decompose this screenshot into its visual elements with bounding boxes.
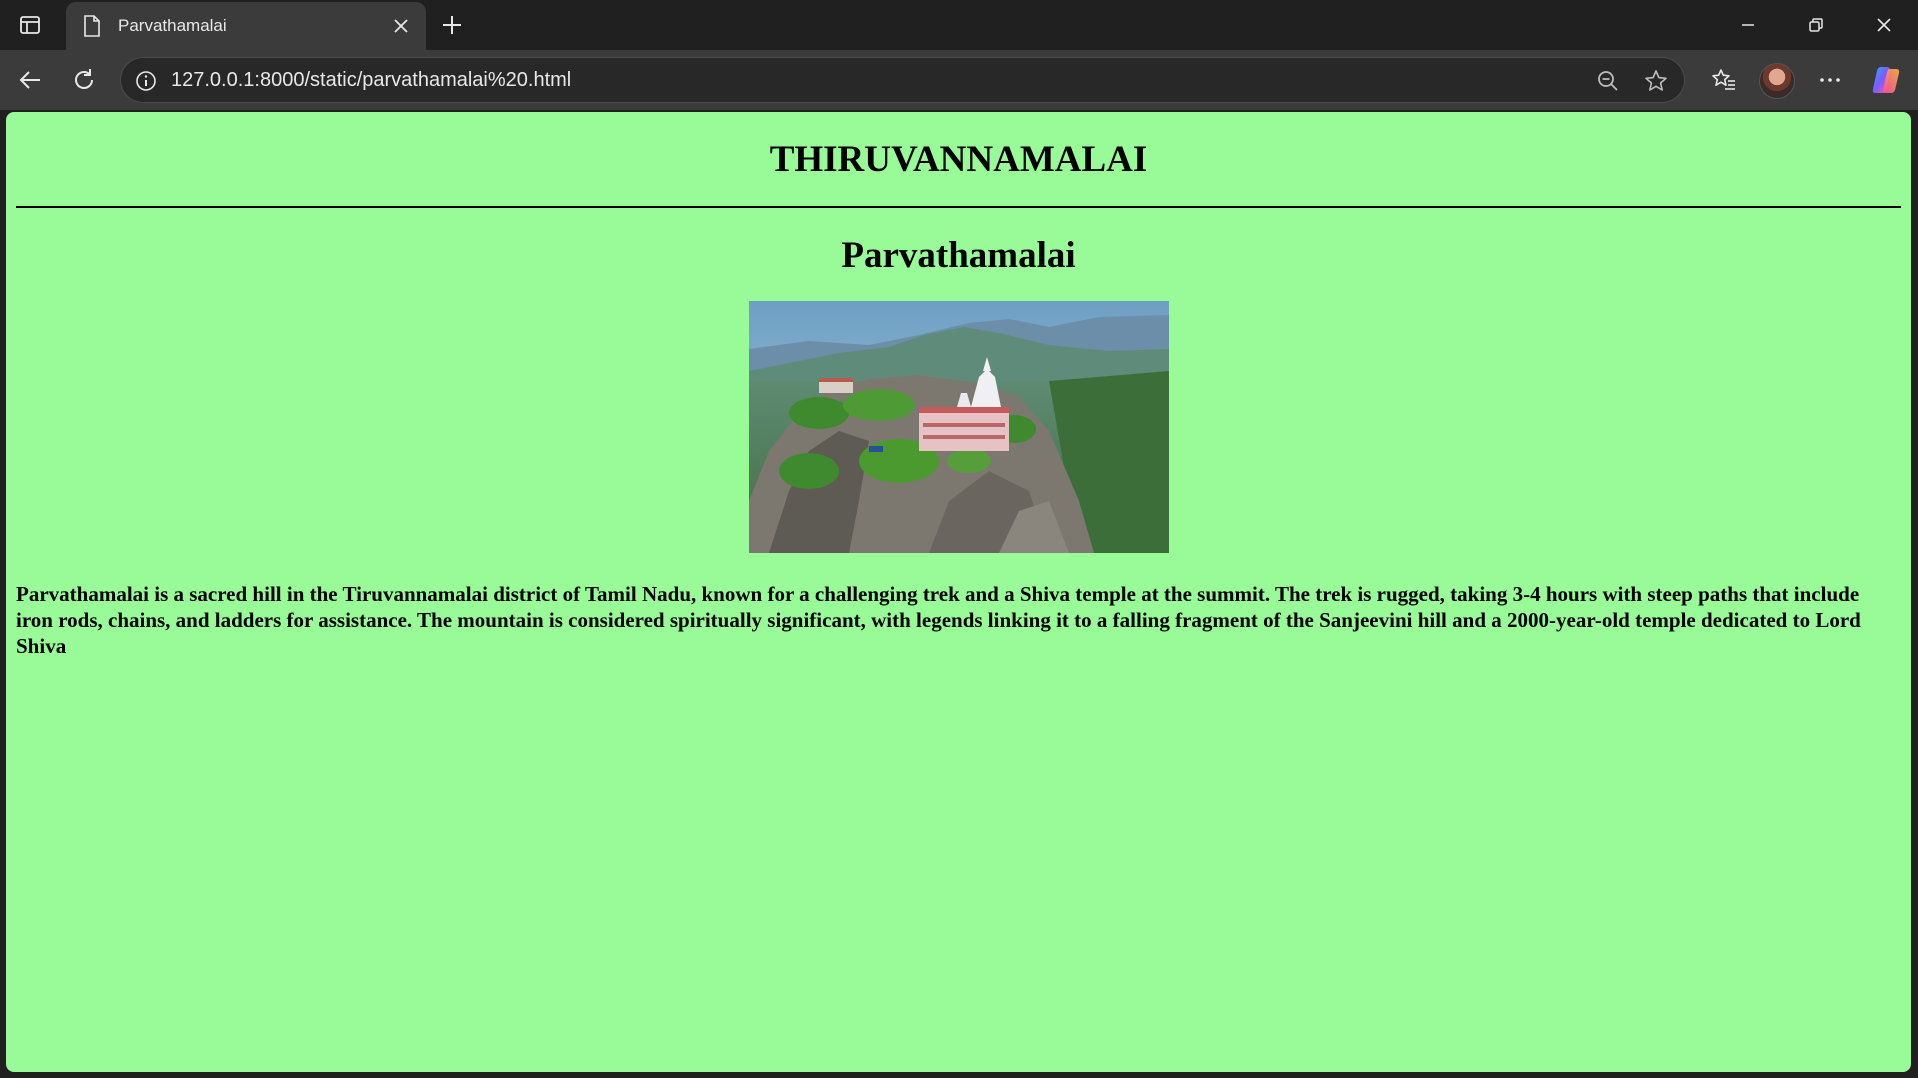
site-info-icon[interactable] [133,68,159,94]
tab-actions-button[interactable] [10,8,50,42]
favorites-button[interactable] [1704,60,1744,100]
description-paragraph: Parvathamalai is a sacred hill in the Ti… [16,582,1861,658]
address-bar[interactable]: 127.0.0.1:8000/static/parvathamalai%20.h… [120,57,1685,103]
close-icon [394,19,408,33]
reload-button[interactable] [64,60,104,100]
arrow-left-icon [19,71,40,89]
sidebar-layout-icon [20,16,40,34]
site-heading: THIRUVANNAMALAI [769,139,1148,180]
page-viewport: THIRUVANNAMALAI Parvathamalai Parvathama… [6,112,1911,1072]
active-tab[interactable]: Parvathamalai [66,2,426,50]
profile-avatar[interactable] [1759,63,1795,99]
copilot-icon[interactable] [1869,63,1903,97]
plus-icon [443,16,461,34]
minimize-icon [1742,24,1754,26]
more-menu-button[interactable] [1810,60,1850,100]
page-title: Parvathamalai [841,235,1076,276]
url-text[interactable]: 127.0.0.1:8000/static/parvathamalai%20.h… [171,69,571,92]
close-tab-button[interactable] [386,11,416,41]
restore-button[interactable] [1782,0,1850,50]
favorite-star-icon[interactable] [1642,67,1670,95]
close-window-button[interactable] [1850,0,1918,50]
back-button[interactable] [10,60,50,100]
browser-toolbar: 127.0.0.1:8000/static/parvathamalai%20.h… [0,50,1918,110]
more-horizontal-icon [1820,78,1840,82]
document-icon [80,14,104,38]
new-tab-button[interactable] [434,8,470,42]
tab-strip: Parvathamalai [0,0,1918,50]
favorites-list-icon [1712,69,1735,90]
tab-title: Parvathamalai [118,16,227,35]
divider [16,206,1901,208]
zoom-out-icon[interactable] [1594,67,1622,95]
minimize-button[interactable] [1714,0,1782,50]
reload-icon [75,69,93,89]
close-icon [1877,18,1891,32]
landscape-photo [748,301,1169,553]
restore-icon [1809,18,1823,32]
